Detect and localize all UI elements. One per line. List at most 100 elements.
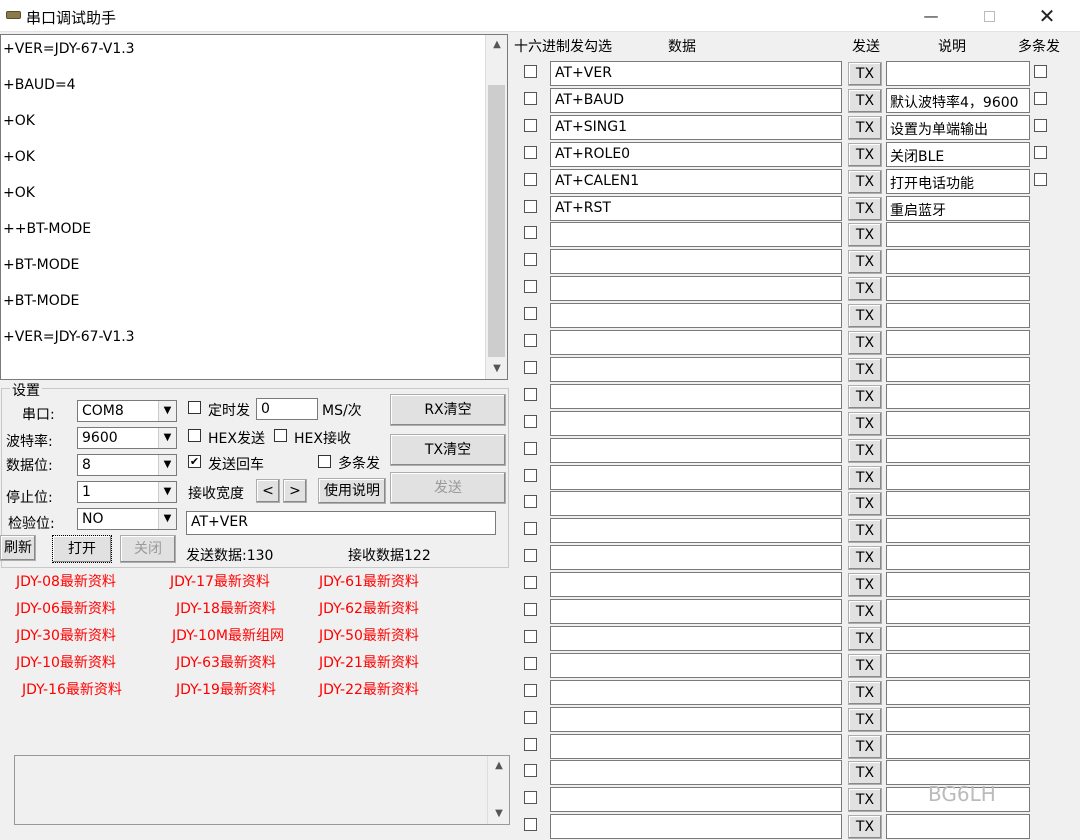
row-note-input[interactable]	[886, 410, 1030, 436]
row-tx-button[interactable]: TX	[848, 62, 882, 86]
row-data-input[interactable]	[550, 518, 842, 544]
link-item[interactable]: JDY-08最新资料	[16, 571, 116, 591]
row-data-input[interactable]	[550, 383, 842, 409]
hex-row-checkbox[interactable]	[524, 172, 537, 186]
scroll-down-icon[interactable]: ▼	[486, 359, 507, 379]
send-cr-checkbox[interactable]: ✔	[188, 455, 201, 468]
row-data-input[interactable]	[550, 760, 842, 786]
link-item[interactable]: JDY-62最新资料	[319, 598, 419, 618]
hex-row-checkbox[interactable]	[524, 818, 537, 832]
port-select[interactable]: COM8 ▼	[77, 400, 177, 422]
hex-row-checkbox[interactable]	[524, 360, 537, 374]
link-item[interactable]: JDY-10M最新组网	[172, 625, 284, 645]
row-note-input[interactable]	[886, 61, 1030, 86]
row-data-input[interactable]	[550, 410, 842, 436]
row-tx-button[interactable]: TX	[848, 384, 882, 409]
row-note-input[interactable]	[886, 437, 1030, 463]
row-note-input[interactable]	[886, 599, 1030, 624]
link-item[interactable]: JDY-30最新资料	[16, 625, 116, 645]
row-note-input[interactable]	[886, 652, 1030, 678]
rx-clear-button[interactable]: RX清空	[390, 394, 506, 426]
multi-row-checkbox[interactable]	[1034, 172, 1047, 186]
hex-row-checkbox[interactable]	[524, 65, 537, 78]
multi-row-checkbox[interactable]	[1034, 65, 1047, 78]
row-data-input[interactable]	[550, 303, 842, 329]
hex-row-checkbox[interactable]	[524, 791, 537, 805]
chevron-down-icon[interactable]: ▼	[158, 401, 176, 421]
row-data-input[interactable]: AT+VER	[550, 61, 842, 86]
row-note-input[interactable]: 重启蓝牙	[886, 195, 1030, 221]
databits-select[interactable]: 8 ▼	[77, 454, 177, 476]
open-button[interactable]: 打开	[52, 535, 112, 563]
row-note-input[interactable]	[886, 518, 1030, 544]
row-tx-button[interactable]: TX	[848, 411, 882, 436]
row-note-input[interactable]	[886, 625, 1030, 651]
multi-row-checkbox[interactable]	[1034, 118, 1047, 132]
row-data-input[interactable]	[550, 706, 842, 732]
chevron-down-icon[interactable]: ▼	[158, 482, 176, 502]
hex-row-checkbox[interactable]	[524, 603, 537, 616]
link-item[interactable]: JDY-10最新资料	[16, 652, 116, 672]
row-data-input[interactable]	[550, 733, 842, 759]
hex-row-checkbox[interactable]	[524, 253, 537, 267]
row-tx-button[interactable]: TX	[848, 331, 882, 355]
hex-row-checkbox[interactable]	[524, 91, 537, 105]
row-tx-button[interactable]: TX	[848, 304, 882, 329]
row-note-input[interactable]	[886, 545, 1030, 571]
row-tx-button[interactable]: TX	[848, 761, 882, 786]
scroll-up-icon[interactable]: ▲	[488, 756, 510, 776]
hex-row-checkbox[interactable]	[524, 468, 537, 482]
row-tx-button[interactable]: TX	[848, 519, 882, 544]
row-tx-button[interactable]: TX	[848, 169, 882, 194]
bottom-scrollbar[interactable]: ▲ ▼	[487, 756, 509, 824]
refresh-button[interactable]: 刷新	[0, 535, 36, 561]
row-data-input[interactable]: AT+RST	[550, 195, 842, 221]
link-item[interactable]: JDY-50最新资料	[319, 625, 419, 645]
row-data-input[interactable]	[550, 356, 842, 382]
row-note-input[interactable]	[886, 464, 1030, 490]
help-button[interactable]: 使用说明	[318, 478, 386, 504]
hex-row-checkbox[interactable]	[524, 441, 537, 455]
row-tx-button[interactable]: TX	[848, 492, 882, 517]
row-note-input[interactable]	[886, 814, 1030, 840]
multi-row-checkbox[interactable]	[1034, 145, 1047, 159]
scroll-thumb[interactable]	[488, 85, 505, 357]
row-note-input[interactable]	[886, 330, 1030, 355]
link-item[interactable]: JDY-17最新资料	[170, 571, 270, 591]
hex-row-checkbox[interactable]	[524, 737, 537, 751]
row-data-input[interactable]: AT+BAUD	[550, 87, 842, 113]
link-item[interactable]: JDY-06最新资料	[16, 598, 116, 618]
row-note-input[interactable]	[886, 222, 1030, 248]
minimize-button[interactable]: —	[908, 0, 954, 32]
timed-send-input[interactable]: 0	[256, 398, 318, 420]
row-data-input[interactable]	[550, 545, 842, 571]
row-data-input[interactable]	[550, 679, 842, 705]
link-item[interactable]: JDY-16最新资料	[22, 679, 122, 699]
row-tx-button[interactable]: TX	[848, 465, 882, 490]
hex-recv-checkbox[interactable]	[274, 429, 287, 442]
row-data-input[interactable]	[550, 787, 842, 813]
row-note-input[interactable]: 设置为单端输出	[886, 114, 1030, 140]
hex-row-checkbox[interactable]	[524, 522, 537, 536]
row-data-input[interactable]	[550, 652, 842, 678]
row-tx-button[interactable]: TX	[848, 438, 882, 463]
widen-button[interactable]: >	[283, 479, 307, 503]
hex-row-checkbox[interactable]	[524, 495, 537, 509]
row-data-input[interactable]	[550, 330, 842, 355]
maximize-button[interactable]	[966, 0, 1012, 32]
link-item[interactable]: JDY-22最新资料	[319, 679, 419, 699]
row-note-input[interactable]	[886, 733, 1030, 759]
row-data-input[interactable]	[550, 249, 842, 275]
baud-select[interactable]: 9600 ▼	[77, 427, 177, 449]
close-port-button[interactable]: 关闭	[120, 535, 176, 563]
timed-send-checkbox[interactable]	[188, 401, 201, 414]
row-note-input[interactable]: 默认波特率4，9600	[886, 87, 1030, 113]
row-tx-button[interactable]: TX	[848, 277, 882, 302]
chevron-down-icon[interactable]: ▼	[158, 509, 176, 529]
hex-row-checkbox[interactable]	[524, 307, 537, 321]
row-tx-button[interactable]: TX	[848, 653, 882, 678]
chevron-down-icon[interactable]: ▼	[158, 428, 176, 448]
scroll-up-icon[interactable]: ▲	[486, 35, 507, 55]
hex-row-checkbox[interactable]	[524, 226, 537, 240]
send-input[interactable]: AT+VER	[186, 511, 496, 535]
